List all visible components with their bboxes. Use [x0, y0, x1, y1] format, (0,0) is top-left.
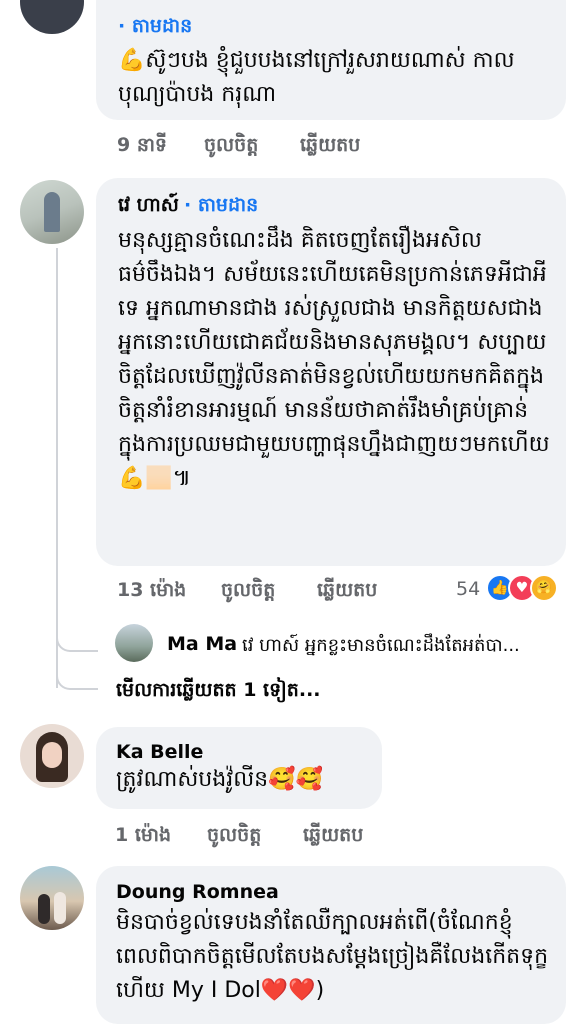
comment-text: មនុស្សគ្មានចំណេះដឹង គិតចេញតែរឿងអសិលធម៌ចឹ… — [118, 228, 550, 491]
reply-button[interactable]: ឆ្លើយតប — [300, 133, 360, 161]
avatar[interactable] — [20, 724, 84, 788]
view-more-replies[interactable]: មើលការឆ្លើយតត 1 ទៀត... — [116, 678, 321, 706]
comment-meta: 9 នាទី ចូលចិត្ត ឆ្លើយតប — [117, 133, 537, 159]
comment-time: 1 ម៉ោង — [115, 824, 172, 846]
avatar[interactable] — [20, 866, 84, 930]
reply-avatar[interactable] — [115, 624, 153, 662]
reply-preview-text[interactable]: វេ ហាស៍ អ្នកខ្លះមានចំណេះដឹងតែអត់បា... — [242, 633, 572, 660]
avatar-figure — [54, 892, 66, 924]
care-icon: 🤗 — [530, 574, 558, 602]
like-button[interactable]: ចូលចិត្ត — [221, 578, 275, 606]
comment-author[interactable]: Doung Romnea — [116, 881, 279, 903]
reply-button[interactable]: ឆ្លើយតប — [317, 578, 377, 606]
avatar-figure — [38, 894, 50, 924]
avatar-face — [42, 742, 62, 768]
comment-text: មិនបាច់ខ្វល់ទេបងនាំតែឈឺក្បាលអត់ពើ(ចំណែកខ… — [116, 910, 549, 1003]
comment-text: 💪ស៊ូៗបង ខ្ញុំជួបបងនៅក្រៅរួសរាយណាស់ កាលបុ… — [118, 48, 515, 107]
avatar[interactable] — [20, 180, 84, 244]
comment-time: 13 ម៉ោង — [117, 579, 187, 601]
follow-button[interactable]: · តាមដាន — [118, 14, 192, 42]
comment-text: ត្រូវណាស់បងវ៉ូលីន🥰🥰 — [116, 767, 323, 792]
like-button[interactable]: ចូលចិត្ត — [204, 133, 258, 161]
like-button[interactable]: ចូលចិត្ត — [207, 823, 261, 851]
reply-button[interactable]: ឆ្លើយតប — [303, 823, 363, 851]
follow-button[interactable]: · តាមដាន — [184, 193, 258, 221]
comment-author[interactable]: វេ ហាស៍ — [118, 193, 179, 221]
avatar[interactable] — [20, 0, 84, 34]
reaction-count[interactable]: 54 — [456, 578, 480, 600]
comment-time: 9 នាទី — [117, 134, 167, 156]
thread-connector — [56, 620, 98, 652]
avatar-figure — [44, 192, 60, 232]
comment-author[interactable]: Ka Belle — [116, 741, 203, 763]
reply-preview-author[interactable]: Ma Ma — [167, 633, 237, 655]
comment-meta: 1 ម៉ោង ចូលចិត្ត ឆ្លើយតប — [115, 823, 415, 849]
comment-meta: 13 ម៉ោង ចូលចិត្ត ឆ្លើយតប — [117, 578, 417, 604]
thread-connector — [56, 660, 98, 690]
